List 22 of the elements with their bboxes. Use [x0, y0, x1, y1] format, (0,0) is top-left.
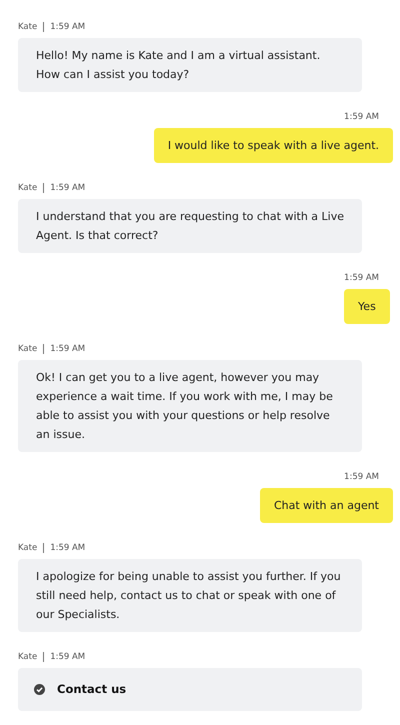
bot-message: I understand that you are requesting to chat with a Live Agent. Is that correct? — [18, 199, 362, 253]
message-time: 1:59 AM — [344, 273, 379, 283]
user-message: Yes — [344, 289, 390, 324]
sender-name: Kate — [18, 543, 38, 553]
message-time: 1:59 AM — [344, 472, 379, 482]
user-message: Chat with an agent — [260, 488, 393, 523]
bot-message: I apologize for being unable to assist you further. If you still need help, contact us to chat or speak with one of our Specialists. — [18, 559, 362, 632]
message-time: 1:59 AM — [50, 543, 86, 553]
message-time: 1:59 AM — [50, 22, 86, 32]
bot-message: Ok! I can get you to a live agent, however you may experience a wait time. If you work with me, I may be able to assist you with your questions or help resolve an issue. — [18, 360, 362, 452]
message-time: 1:59 AM — [50, 652, 86, 662]
check-circle-icon — [34, 684, 45, 695]
bot-message: Hello! My name is Kate and I am a virtual assistant. How can I assist you today? — [18, 38, 362, 92]
message-time: 1:59 AM — [50, 183, 86, 193]
contact-us-button[interactable]: Contact us — [18, 668, 362, 711]
sender-name: Kate — [18, 344, 38, 354]
message-time: 1:59 AM — [344, 112, 379, 122]
message-time: 1:59 AM — [50, 344, 86, 354]
sender-name: Kate — [18, 183, 38, 193]
sender-name: Kate — [18, 22, 38, 32]
sender-name: Kate — [18, 652, 38, 662]
user-message: I would like to speak with a live agent. — [154, 128, 393, 163]
